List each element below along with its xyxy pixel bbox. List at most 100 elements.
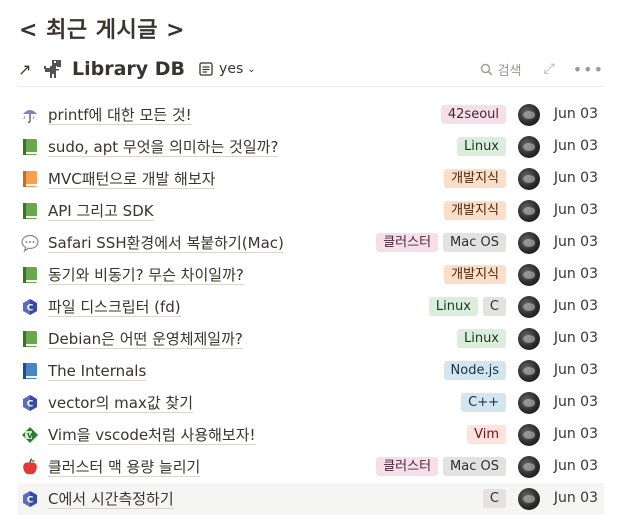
category-tag: Linux <box>456 137 506 156</box>
list-item[interactable]: sudo, apt 무엇을 의미하는 것일까? Linux Jun 03 <box>18 131 604 163</box>
tag-group: 개발지식 <box>444 169 506 188</box>
tag-group: 클러스터 Mac OS <box>376 457 506 476</box>
avatar <box>518 392 540 414</box>
tag-group: Vim <box>467 425 506 444</box>
tag-group: Linux <box>456 329 506 348</box>
open-link-arrow-icon[interactable]: ↗ <box>18 60 38 79</box>
post-title[interactable]: sudo, apt 무엇을 의미하는 것일까? <box>48 138 279 157</box>
category-tag: C <box>482 297 506 316</box>
category-tag: 42seoul <box>440 105 506 124</box>
avatar <box>518 424 540 446</box>
category-tag: 클러스터 <box>376 233 439 252</box>
expand-icon[interactable]: ⤢ <box>543 61 554 77</box>
page-title: < 최근 게시글 > <box>19 18 186 43</box>
avatar <box>518 232 540 254</box>
post-date: Jun 03 <box>553 138 598 154</box>
list-item[interactable]: C 파일 디스크립터 (fd) Linux C Jun 03 <box>18 291 604 323</box>
list-item[interactable]: API 그리고 SDK 개발지식 Jun 03 <box>18 195 604 227</box>
green-book-icon <box>20 265 40 285</box>
green-book-icon <box>20 329 40 349</box>
more-options-icon[interactable]: ••• <box>573 60 604 79</box>
list-item[interactable]: 클러스터 맥 용량 늘리기 클러스터 Mac OS Jun 03 <box>18 451 604 483</box>
avatar <box>518 296 540 318</box>
post-title[interactable]: MVC패턴으로 개발 해보자 <box>48 170 216 189</box>
category-tag: Mac OS <box>443 457 506 476</box>
list-item[interactable]: C C에서 시간측정하기 C Jun 03 <box>18 483 604 515</box>
svg-text:C: C <box>27 400 34 410</box>
post-title[interactable]: API 그리고 SDK <box>48 202 154 221</box>
tag-group: Node.js <box>443 361 506 380</box>
post-title[interactable]: Vim을 vscode처럼 사용해보자! <box>48 426 256 445</box>
post-title[interactable]: The Internals <box>48 362 147 381</box>
category-tag: C <box>482 489 506 508</box>
category-tag: Vim <box>467 425 506 444</box>
search-button[interactable]: 검색 <box>480 60 521 79</box>
post-list: printf에 대한 모든 것! 42seoul Jun 03 sudo, apt 무… <box>18 99 604 515</box>
orange-book-icon <box>20 169 40 189</box>
avatar <box>518 360 540 382</box>
avatar <box>518 168 540 190</box>
post-title[interactable]: 동기와 비동기? 무슨 차이일까? <box>48 266 244 285</box>
post-title[interactable]: vector의 max값 찾기 <box>48 394 193 413</box>
category-tag: 클러스터 <box>376 457 439 476</box>
green-book-icon <box>20 137 40 157</box>
category-tag: Mac OS <box>443 233 506 252</box>
database-header: ↗ Library DB yes ⌄ 검색 ⤢ ••• <box>18 52 604 87</box>
list-item[interactable]: Debian은 어떤 운영체제일까? Linux Jun 03 <box>18 323 604 355</box>
category-tag: Linux <box>456 329 506 348</box>
list-item[interactable]: V Vim을 vscode처럼 사용해보자! Vim Jun 03 <box>18 419 604 451</box>
list-item[interactable]: MVC패턴으로 개발 해보자 개발지식 Jun 03 <box>18 163 604 195</box>
avatar <box>518 104 540 126</box>
post-date: Jun 03 <box>553 106 598 122</box>
post-date: Jun 03 <box>553 490 598 506</box>
list-view-icon <box>199 62 213 76</box>
tag-group: 42seoul <box>440 105 506 124</box>
tag-group: Linux <box>456 137 506 156</box>
category-tag: Node.js <box>443 361 506 380</box>
category-tag: 개발지식 <box>444 201 506 220</box>
category-tag: C++ <box>461 393 506 412</box>
post-date: Jun 03 <box>553 202 598 218</box>
dinosaur-icon <box>42 57 66 81</box>
post-date: Jun 03 <box>553 362 598 378</box>
tag-group: C++ <box>461 393 506 412</box>
list-item[interactable]: printf에 대한 모든 것! 42seoul Jun 03 <box>18 99 604 131</box>
c-language-icon: C <box>20 297 40 317</box>
list-item[interactable]: The Internals Node.js Jun 03 <box>18 355 604 387</box>
avatar <box>518 264 540 286</box>
post-title[interactable]: 클러스터 맥 용량 늘리기 <box>48 458 201 477</box>
search-icon <box>480 63 493 76</box>
list-item[interactable]: 동기와 비동기? 무슨 차이일까? 개발지식 Jun 03 <box>18 259 604 291</box>
vim-logo-icon: V <box>20 425 40 445</box>
post-title[interactable]: C에서 시간측정하기 <box>48 490 174 509</box>
green-book-icon <box>20 201 40 221</box>
database-title[interactable]: Library DB <box>72 58 185 80</box>
post-date: Jun 03 <box>553 266 598 282</box>
list-item[interactable]: Cvector의 max값 찾기 C++ Jun 03 <box>18 387 604 419</box>
post-date: Jun 03 <box>553 458 598 474</box>
avatar <box>518 200 540 222</box>
c-language-icon: C <box>20 393 40 413</box>
post-date: Jun 03 <box>553 170 598 186</box>
tag-group: 개발지식 <box>444 201 506 220</box>
post-title[interactable]: 파일 디스크립터 (fd) <box>48 298 181 317</box>
post-date: Jun 03 <box>553 298 598 314</box>
category-tag: 개발지식 <box>444 265 506 284</box>
category-tag: Linux <box>428 297 478 316</box>
post-title[interactable]: Safari SSH환경에서 복붙하기(Mac) <box>48 234 284 253</box>
category-tag: 개발지식 <box>444 169 506 188</box>
c-language-icon: C <box>20 489 40 509</box>
blue-book-icon <box>20 361 40 381</box>
svg-text:V: V <box>27 432 33 440</box>
avatar <box>518 456 540 478</box>
view-label: yes <box>219 61 244 77</box>
list-item[interactable]: Safari SSH환경에서 복붙하기(Mac) 클러스터 Mac OS Jun 03 <box>18 227 604 259</box>
tag-group: 개발지식 <box>444 265 506 284</box>
view-selector[interactable]: yes ⌄ <box>199 61 256 77</box>
post-date: Jun 03 <box>553 330 598 346</box>
tag-group: C <box>482 489 506 508</box>
post-title[interactable]: printf에 대한 모든 것! <box>48 106 192 125</box>
post-date: Jun 03 <box>553 394 598 410</box>
post-title[interactable]: Debian은 어떤 운영체제일까? <box>48 330 243 349</box>
post-date: Jun 03 <box>553 426 598 442</box>
